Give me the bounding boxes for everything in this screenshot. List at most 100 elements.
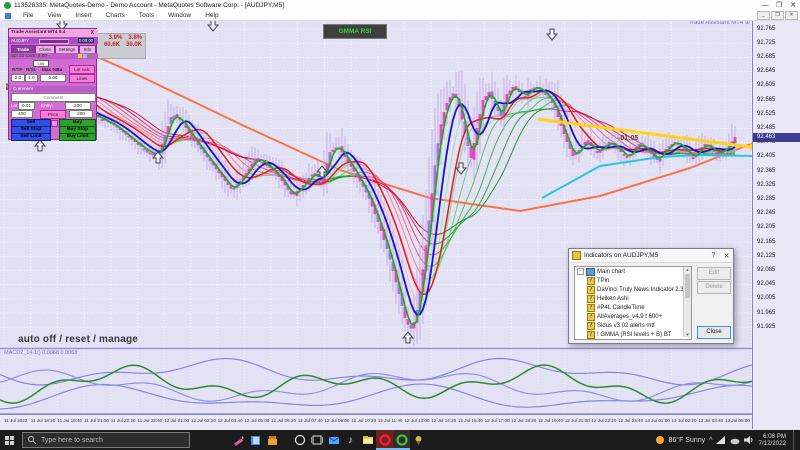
- price-axis[interactable]: 92.76592.72592.68592.64592.60592.56592.5…: [752, 20, 800, 429]
- price-tick: 92.645: [757, 68, 775, 74]
- lot-label: Lot: [11, 103, 17, 108]
- lock-icon[interactable]: [88, 54, 92, 58]
- tree-item[interactable]: f! GMMA (RSI levels + B) BT: [575, 330, 691, 339]
- speaker-icon[interactable]: [744, 435, 754, 445]
- tree-item[interactable]: fAllAverages_v4.9 t 600+: [575, 312, 691, 321]
- scroll-up-icon[interactable]: ▲: [684, 267, 691, 273]
- start-button[interactable]: [0, 430, 18, 450]
- tree-item[interactable]: fDaVinci Truly News Indicator 2.3.98: [575, 285, 691, 294]
- stat-percent-2: 3.8%: [128, 35, 142, 41]
- child-minimize-button[interactable]: _: [757, 11, 770, 20]
- menu-items: FileViewInsertChartsToolsWindowHelp: [16, 12, 226, 19]
- menu-file[interactable]: File: [16, 12, 40, 19]
- tree-item-label: DaVinci Truly News Indicator 2.3.98: [597, 287, 692, 293]
- time-tick: 12 Jul 03:40: [218, 418, 243, 423]
- weather-icon[interactable]: [655, 435, 665, 445]
- limit-distance-field[interactable]: 200: [69, 110, 93, 118]
- stats-strip: 3.9% 3.8% 60.6K 30.0K: [95, 33, 146, 59]
- stop-distance-field[interactable]: 400: [11, 110, 33, 118]
- hidden-icons-chevron[interactable]: ^: [709, 437, 712, 444]
- reverse-toggle[interactable]: [51, 120, 58, 127]
- menu-view[interactable]: View: [40, 12, 68, 19]
- price-tick: 92.405: [757, 153, 775, 159]
- tree-item[interactable]: +Indicator window 1: [575, 339, 691, 340]
- menu-help[interactable]: Help: [198, 12, 225, 19]
- price-button[interactable]: Price: [40, 110, 66, 119]
- dialog-close-icon[interactable]: ✕: [720, 252, 733, 260]
- tree-item[interactable]: fTPin: [575, 276, 691, 285]
- tree-item-label: Sidus v3.02 alerts mtf: [597, 323, 655, 329]
- network-icon[interactable]: [716, 436, 726, 445]
- pen-icon[interactable]: [230, 430, 247, 450]
- trade-panel-title[interactable]: Trade Assistant MT4 9.4: [9, 29, 98, 37]
- menu-tools[interactable]: Tools: [132, 12, 161, 19]
- trade-panel-close-icon[interactable]: X: [91, 29, 94, 37]
- opera-icon[interactable]: [376, 430, 393, 450]
- badge-icon[interactable]: [410, 430, 427, 450]
- price-chart[interactable]: [0, 0, 800, 450]
- taskbar-search[interactable]: Type here to search: [22, 432, 190, 448]
- lines-button[interactable]: Lines: [69, 74, 95, 83]
- scroll-thumb[interactable]: [685, 274, 690, 298]
- maxba-field[interactable]: 0.00: [40, 74, 66, 82]
- taskbar-clock[interactable]: 6:08 PM 7/12/2022: [758, 433, 789, 447]
- show-desktop-button[interactable]: [793, 430, 798, 450]
- menu-insert[interactable]: Insert: [68, 12, 98, 19]
- lot-calc-button[interactable]: Lot calc: [69, 65, 95, 74]
- tree-item[interactable]: -Main chart: [575, 267, 691, 276]
- indicator-tree[interactable]: -Main chartfTPinfDaVinci Truly News Indi…: [574, 266, 692, 340]
- dialog-help-button[interactable]: ?: [707, 252, 720, 259]
- price-tick: 92.485: [757, 125, 775, 131]
- delete-button[interactable]: Delete: [697, 281, 731, 294]
- rsl-field[interactable]: 1.0: [25, 74, 38, 82]
- price-tick: 92.045: [757, 281, 775, 287]
- green-o-app-icon[interactable]: [393, 430, 410, 450]
- price-tick: 92.085: [757, 267, 775, 273]
- child-restore-button[interactable]: ❐: [771, 11, 784, 20]
- rtp-field[interactable]: 2.0: [11, 74, 25, 82]
- sell-limit-button[interactable]: Sell Limit: [11, 133, 51, 141]
- tree-item[interactable]: f#P4L CandleTime: [575, 303, 691, 312]
- taskbar: Type here to search ♪: [0, 430, 800, 450]
- dialog-title-bar[interactable]: Indicators on AUDJPY,M5 ? ✕: [569, 249, 733, 263]
- mail-icon[interactable]: [325, 430, 342, 450]
- tree-item[interactable]: fSidus v3.02 alerts mtf: [575, 321, 691, 330]
- menu-charts[interactable]: Charts: [99, 12, 132, 19]
- music-icon[interactable]: ♪: [342, 430, 359, 450]
- trade-panel-slider[interactable]: [39, 39, 69, 44]
- indicators-dialog[interactable]: Indicators on AUDJPY,M5 ? ✕ -Main chartf…: [568, 248, 734, 344]
- child-close-button[interactable]: ✕: [785, 11, 798, 20]
- auto-manage-label[interactable]: auto off / reset / manage: [18, 334, 138, 345]
- price-tick: 92.125: [757, 253, 775, 259]
- gmma-rsi-badge[interactable]: GMMA RSI: [323, 24, 387, 39]
- minimize-button[interactable]: —: [758, 1, 772, 10]
- task-view-icon[interactable]: [308, 430, 325, 450]
- cortana-icon[interactable]: [291, 430, 308, 450]
- weather-label[interactable]: 86°F Sunny: [669, 437, 706, 444]
- expander-icon[interactable]: -: [577, 268, 584, 275]
- time-axis[interactable]: 11 Jul 202211 Jul 18:2011 Jul 19:4011 Ju…: [0, 414, 752, 430]
- tree-item[interactable]: fHeiken Ashi: [575, 294, 691, 303]
- comment-field[interactable]: Comment: [11, 93, 96, 102]
- close-dialog-button[interactable]: Close: [697, 326, 731, 339]
- dialog-scrollbar[interactable]: ▲ ▼: [683, 267, 691, 337]
- close-button[interactable]: ✕: [786, 1, 800, 10]
- menu-window[interactable]: Window: [161, 12, 198, 19]
- tree-item-label: Heiken Ashi: [597, 296, 629, 302]
- scroll-down-icon[interactable]: ▼: [684, 332, 691, 337]
- save-icon[interactable]: [83, 54, 87, 58]
- onedrive-icon[interactable]: [730, 436, 740, 445]
- file-explorer-icon[interactable]: [359, 430, 376, 450]
- trade-assistant-panel[interactable]: Trade Assistant MT4 9.4 X AUDJPY 0:00:00…: [8, 28, 97, 140]
- alarm-icon[interactable]: [78, 54, 82, 58]
- lot-field[interactable]: 0.01: [18, 102, 35, 110]
- maximize-button[interactable]: ❐: [772, 1, 786, 10]
- time-tick: 12 Jul 11:40: [378, 418, 403, 423]
- buy-limit-button[interactable]: Buy Limit: [59, 133, 96, 141]
- store-icon[interactable]: [264, 430, 281, 450]
- oscillator-label: MACD2_14.1() 0.0068 0.0068: [4, 350, 77, 356]
- risk-value-field[interactable]: 100: [33, 60, 49, 67]
- entry-field[interactable]: 200: [65, 102, 91, 110]
- notebook-icon[interactable]: [247, 430, 264, 450]
- edit-button[interactable]: Edit: [697, 267, 731, 280]
